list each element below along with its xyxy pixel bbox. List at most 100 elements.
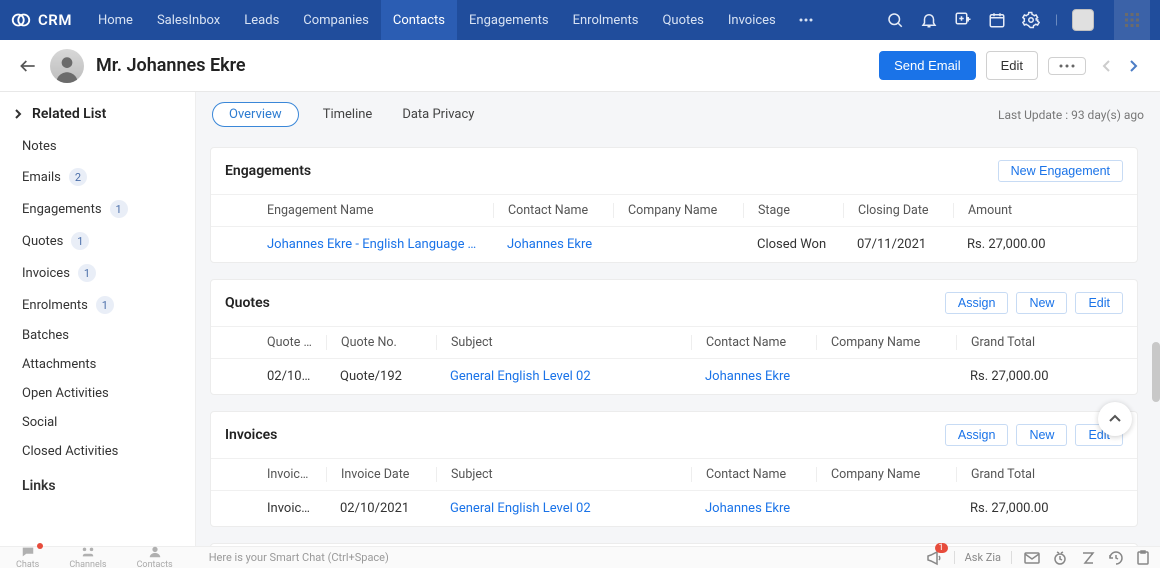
sidebar-item-label: Open Activities: [22, 386, 109, 401]
sidebar-item-label: Quotes: [22, 234, 63, 249]
content: Overview Timeline Data Privacy Last Upda…: [196, 92, 1160, 546]
tab-timeline[interactable]: Timeline: [317, 103, 379, 126]
nav-item-invoices[interactable]: Invoices: [716, 0, 788, 40]
sidebar-item-label: Social: [22, 415, 57, 430]
bb-chats[interactable]: Chats: [16, 545, 39, 570]
nav-item-engagements[interactable]: Engagements: [457, 0, 561, 40]
related-list-icon: [12, 108, 24, 120]
sidebar-item-label: Enrolments: [22, 298, 88, 313]
col-contact-name: Contact Name: [493, 203, 613, 218]
col-amount: Amount: [953, 203, 1137, 218]
edit-button[interactable]: Edit: [986, 51, 1038, 80]
col-quote-date: Quote Date: [211, 335, 326, 350]
clock-icon[interactable]: [1052, 550, 1068, 566]
tab-data-privacy[interactable]: Data Privacy: [396, 103, 480, 126]
bb-channels[interactable]: Channels: [69, 545, 106, 570]
nav-item-contacts[interactable]: Contacts: [381, 0, 457, 40]
add-icon[interactable]: [953, 10, 973, 30]
nav-more-button[interactable]: [788, 12, 824, 28]
record-pager: [1096, 55, 1144, 77]
nav-items: HomeSalesInboxLeadsCompaniesContactsEnga…: [86, 0, 788, 40]
sidebar-item-engagements[interactable]: Engagements1: [0, 193, 195, 225]
sidebar-item-label: Engagements: [22, 202, 102, 217]
invoices-new-button[interactable]: New: [1016, 424, 1067, 446]
zia-icon[interactable]: [1080, 550, 1096, 566]
smart-chat-hint[interactable]: Here is your Smart Chat (Ctrl+Space): [209, 551, 389, 564]
invoice-contact-link[interactable]: Johannes Ekre: [691, 501, 816, 516]
sidebar-item-attachments[interactable]: Attachments: [0, 350, 195, 379]
sidebar-item-count: 1: [96, 296, 114, 314]
channels-icon: [81, 545, 95, 559]
col-company-name: Company Name: [613, 203, 743, 218]
quote-date: 02/10/2021: [211, 369, 326, 384]
invoice-subject-link[interactable]: General English Level 02: [436, 501, 691, 516]
engagement-row[interactable]: Johannes Ekre - English Language Trainin…: [211, 227, 1137, 262]
gear-icon[interactable]: [1021, 10, 1041, 30]
scroll-to-top-button[interactable]: [1098, 402, 1132, 436]
last-update-text: Last Update : 93 day(s) ago: [998, 108, 1144, 122]
related-list-title: Related List: [32, 106, 106, 122]
invoice-row[interactable]: Invoice/189 02/10/2021 General English L…: [211, 491, 1137, 526]
scrollbar-thumb[interactable]: [1152, 342, 1160, 402]
sidebar-item-quotes[interactable]: Quotes1: [0, 225, 195, 257]
nav-item-home[interactable]: Home: [86, 0, 145, 40]
engagement-name-link[interactable]: Johannes Ekre - English Language Trainin…: [211, 237, 493, 252]
user-avatar[interactable]: [1072, 9, 1094, 31]
bb-chats-label: Chats: [16, 560, 39, 570]
sidebar-item-open-activities[interactable]: Open Activities: [0, 379, 195, 408]
sidebar-item-closed-activities[interactable]: Closed Activities: [0, 437, 195, 466]
engagements-title: Engagements: [225, 163, 311, 179]
next-record-button[interactable]: [1122, 55, 1144, 77]
col-invoice-company: Company Name: [816, 467, 956, 482]
quote-subject-link[interactable]: General English Level 02: [436, 369, 691, 384]
section-engagements: Engagements New Engagement Engagement Na…: [210, 147, 1138, 263]
sidebar-item-batches[interactable]: Batches: [0, 321, 195, 350]
sidebar-item-notes[interactable]: Notes: [0, 132, 195, 161]
nav-item-quotes[interactable]: Quotes: [650, 0, 715, 40]
prev-record-button[interactable]: [1096, 55, 1118, 77]
nav-item-leads[interactable]: Leads: [232, 0, 291, 40]
bell-icon[interactable]: [919, 10, 939, 30]
bb-channels-label: Channels: [69, 560, 106, 570]
more-actions-button[interactable]: [1048, 57, 1086, 75]
engagement-closing-date: 07/11/2021: [843, 237, 953, 252]
engagement-contact-link[interactable]: Johannes Ekre: [493, 237, 613, 252]
nav-item-enrolments[interactable]: Enrolments: [561, 0, 651, 40]
col-grand-total: Grand Total: [956, 335, 1137, 350]
mail-icon[interactable]: [1024, 550, 1040, 566]
quotes-edit-button[interactable]: Edit: [1075, 292, 1123, 314]
bottom-bar: Chats Channels Contacts Here is your Sma…: [0, 546, 1160, 568]
col-stage: Stage: [743, 203, 843, 218]
sidebar-item-emails[interactable]: Emails2: [0, 161, 195, 193]
nav-item-salesinbox[interactable]: SalesInbox: [145, 0, 232, 40]
sidebar: Related List NotesEmails2Engagements1Quo…: [0, 92, 196, 546]
history-icon[interactable]: [1108, 550, 1124, 566]
sidebar-item-social[interactable]: Social: [0, 408, 195, 437]
tab-overview[interactable]: Overview: [212, 102, 299, 127]
quotes-assign-button[interactable]: Assign: [945, 292, 1009, 314]
quotes-new-button[interactable]: New: [1016, 292, 1067, 314]
calendar-icon[interactable]: [987, 10, 1007, 30]
nav-item-companies[interactable]: Companies: [291, 0, 381, 40]
clipboard-icon[interactable]: [1136, 550, 1150, 566]
bb-contacts[interactable]: Contacts: [137, 545, 173, 570]
invoices-assign-button[interactable]: Assign: [945, 424, 1009, 446]
sidebar-item-count: 2: [69, 168, 87, 186]
ask-zia-button[interactable]: Ask Zia: [954, 551, 1012, 564]
top-nav: CRM HomeSalesInboxLeadsCompaniesContacts…: [0, 0, 1160, 40]
quote-contact-link[interactable]: Johannes Ekre: [691, 369, 816, 384]
apps-grid-icon[interactable]: [1114, 0, 1150, 40]
page-title: Mr. Johannes Ekre: [96, 55, 246, 76]
brand[interactable]: CRM: [10, 9, 72, 31]
sidebar-item-invoices[interactable]: Invoices1: [0, 257, 195, 289]
new-engagement-button[interactable]: New Engagement: [998, 160, 1123, 182]
send-email-button[interactable]: Send Email: [879, 51, 975, 80]
engagement-amount: Rs. 27,000.00: [953, 237, 1137, 252]
back-button[interactable]: [16, 54, 40, 78]
invoice-company: [816, 501, 956, 516]
col-invoice-total: Grand Total: [956, 467, 1137, 482]
quote-row[interactable]: 02/10/2021 Quote/192 General English Lev…: [211, 359, 1137, 394]
search-icon[interactable]: [885, 10, 905, 30]
sidebar-item-enrolments[interactable]: Enrolments 1: [0, 289, 195, 321]
announce-icon[interactable]: 1: [926, 550, 942, 566]
